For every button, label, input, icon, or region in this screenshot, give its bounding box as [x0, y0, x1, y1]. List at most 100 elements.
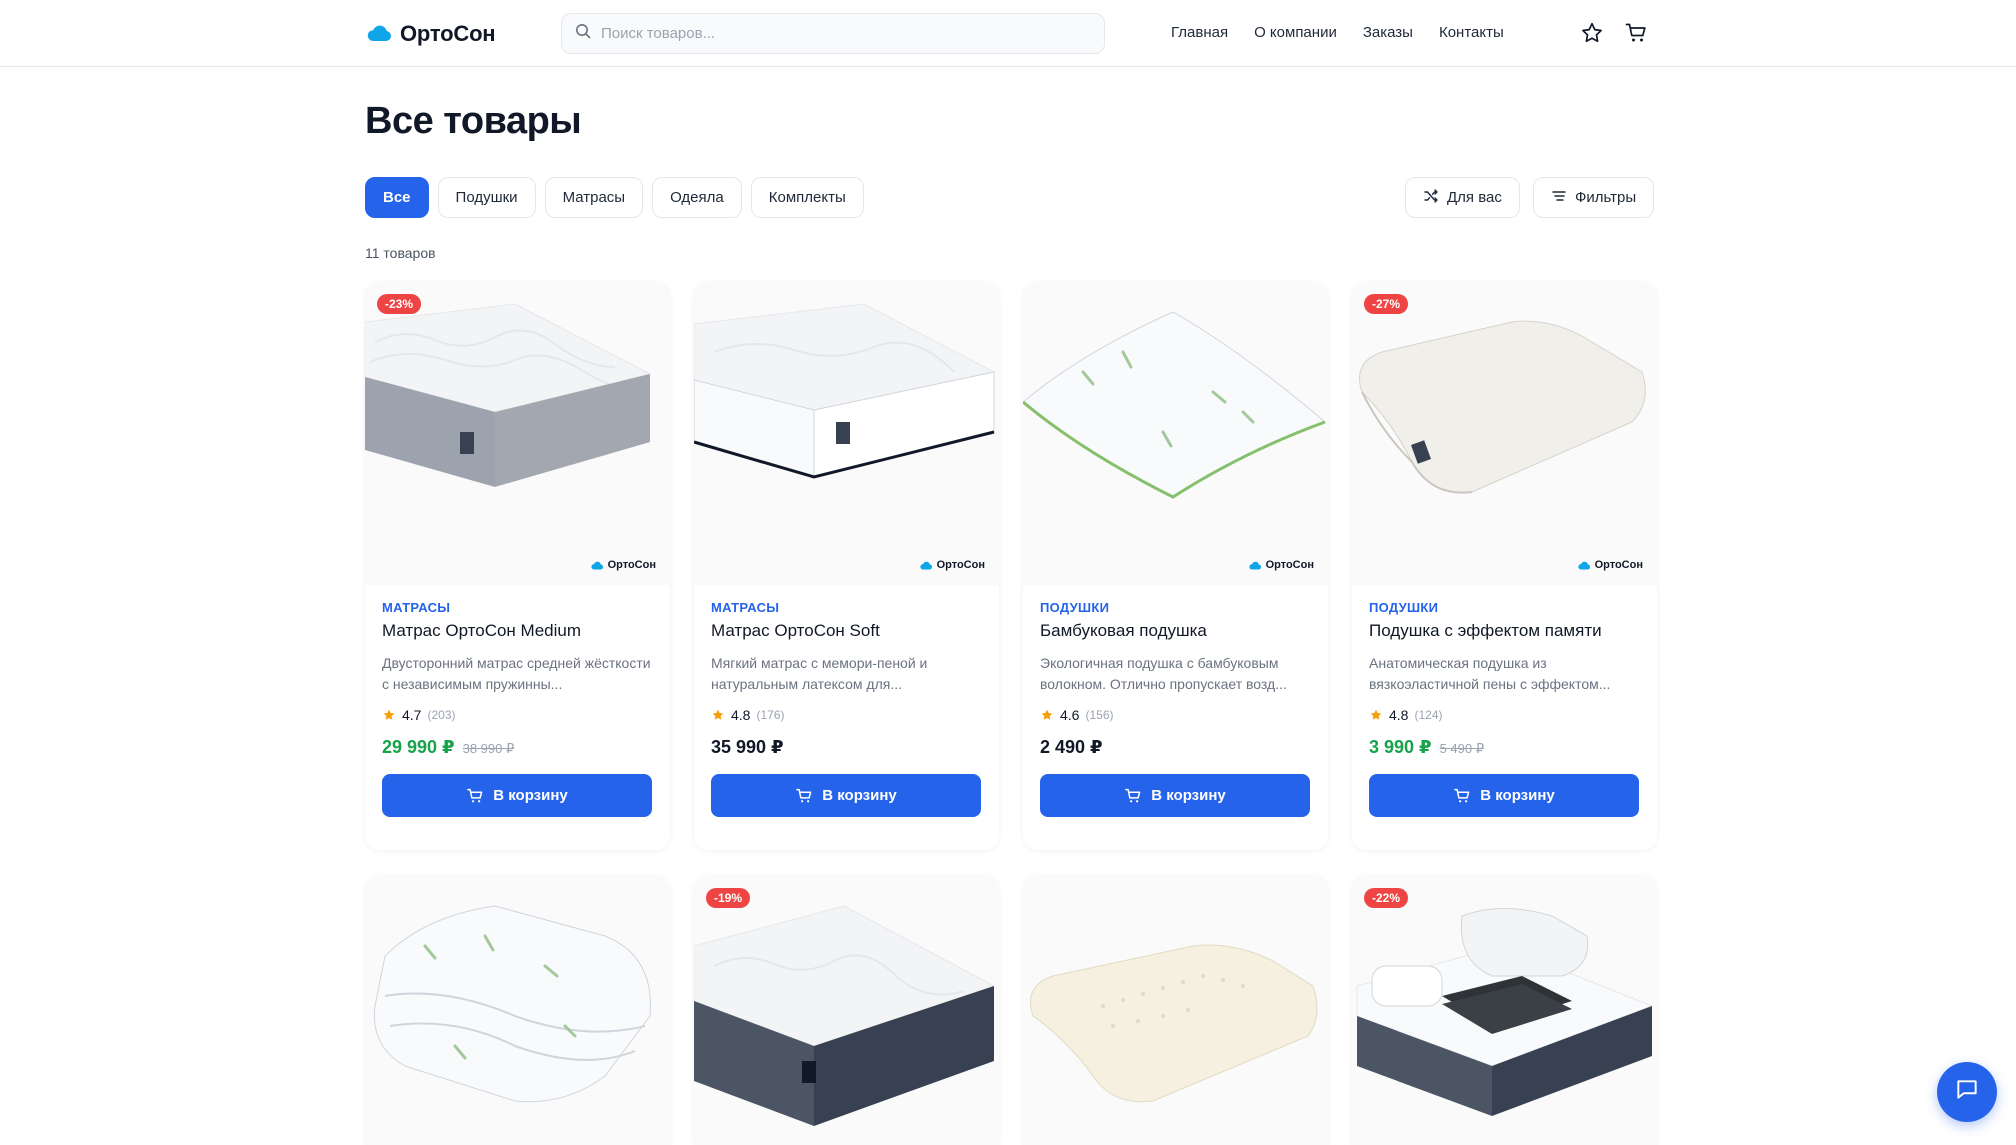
- cart-icon[interactable]: [1623, 20, 1649, 46]
- product-name[interactable]: Матрас ОртоСон Soft: [711, 621, 982, 641]
- product-name[interactable]: Матрас ОртоСон Medium: [382, 621, 653, 641]
- chat-bubble-icon: [1954, 1077, 1980, 1108]
- pillow-bamboo-icon: [1023, 311, 1326, 499]
- favorites-star-icon[interactable]: [1579, 20, 1605, 46]
- pillow-memory-icon: [1359, 320, 1646, 494]
- bedding-set-icon: [1356, 908, 1654, 1116]
- product-image[interactable]: -27% ОртоСон: [1352, 282, 1657, 585]
- product-rating: 4.6 (156): [1040, 707, 1311, 723]
- chip-blankets[interactable]: Одеяла: [652, 177, 742, 218]
- for-you-button[interactable]: Для вас: [1405, 177, 1520, 218]
- product-count: 11 товаров: [365, 245, 436, 261]
- discount-badge: -27%: [1364, 294, 1409, 314]
- product-rating: 4.7 (203): [382, 707, 653, 723]
- star-icon: [1370, 709, 1382, 720]
- product-card[interactable]: -22%: [1352, 876, 1657, 1145]
- product-category: ПОДУШКИ: [1369, 600, 1439, 615]
- cart-icon: [467, 788, 483, 802]
- add-to-cart-button[interactable]: В корзину: [1369, 774, 1639, 817]
- product-card[interactable]: -27% ОртоСон ПОДУШКИ Подушка с эффектом …: [1352, 282, 1657, 850]
- search-box[interactable]: [561, 13, 1105, 54]
- product-category: МАТРАСЫ: [711, 600, 780, 615]
- star-icon: [1041, 709, 1053, 720]
- star-icon: [712, 709, 724, 720]
- chip-sets[interactable]: Комплекты: [750, 177, 864, 218]
- for-you-label: Для вас: [1447, 189, 1502, 206]
- add-to-cart-button[interactable]: В корзину: [382, 774, 652, 817]
- blanket-bamboo-icon: [373, 905, 651, 1103]
- product-description: Мягкий матрас с мемори-пеной и натуральн…: [711, 655, 928, 692]
- review-count: (176): [756, 708, 785, 722]
- product-description: Анатомическая подушка из вязкоэластичной…: [1369, 655, 1611, 692]
- mattress-grey-icon: [365, 303, 652, 487]
- add-to-cart-label: В корзину: [1480, 787, 1555, 804]
- nav-about[interactable]: О компании: [1254, 24, 1337, 41]
- category-chips: Все Подушки Матрасы Одеяла Комплекты: [365, 177, 864, 218]
- rating-value: 4.6: [1060, 707, 1080, 723]
- logo[interactable]: ОртоСон: [366, 20, 496, 48]
- product-image[interactable]: -19%: [694, 876, 999, 1145]
- top-header: ОртоСон Главная О компании Заказы Контак…: [0, 0, 2016, 67]
- rating-value: 4.8: [1389, 707, 1409, 723]
- old-price: 38 990 ₽: [462, 741, 515, 756]
- chip-mattresses[interactable]: Матрасы: [544, 177, 644, 218]
- product-name[interactable]: Бамбуковая подушка: [1040, 621, 1311, 641]
- add-to-cart-label: В корзину: [493, 787, 568, 804]
- mattress-white-icon: [694, 303, 996, 479]
- product-description: Двусторонний матрас средней жёсткости с …: [382, 655, 651, 692]
- main-nav: Главная О компании Заказы Контакты: [1171, 24, 1504, 41]
- pillow-latex-icon: [1030, 944, 1318, 1103]
- product-card[interactable]: -23% ОртоСон МАТРАСЫ Матрас ОртоСон Medi…: [365, 282, 670, 850]
- product-name[interactable]: Подушка с эффектом памяти: [1369, 621, 1640, 641]
- brand-mark-text: ОртоСон: [1265, 559, 1314, 571]
- brand-mark-text: ОртоСон: [1594, 559, 1643, 571]
- review-count: (124): [1414, 708, 1443, 722]
- discount-badge: -22%: [1364, 888, 1409, 908]
- brand-mark: ОртоСон: [1248, 559, 1314, 571]
- add-to-cart-button[interactable]: В корзину: [1040, 774, 1310, 817]
- product-image[interactable]: ОртоСон: [694, 282, 999, 585]
- cloud-logo-icon: [590, 561, 603, 570]
- brand-mark: ОртоСон: [919, 559, 985, 571]
- product-rating: 4.8 (124): [1369, 707, 1640, 723]
- price: 29 990 ₽: [382, 737, 455, 757]
- filters-label: Фильтры: [1575, 189, 1637, 206]
- nav-orders[interactable]: Заказы: [1363, 24, 1413, 41]
- product-image[interactable]: -23% ОртоСон: [365, 282, 670, 585]
- cart-icon: [1454, 788, 1470, 802]
- chip-pillows[interactable]: Подушки: [437, 177, 536, 218]
- product-image[interactable]: [365, 876, 670, 1145]
- product-card[interactable]: ОртоСон МАТРАСЫ Матрас ОртоСон Soft Мягк…: [694, 282, 999, 850]
- product-card[interactable]: -19%: [694, 876, 999, 1145]
- add-to-cart-button[interactable]: В корзину: [711, 774, 981, 817]
- cart-icon: [796, 788, 812, 802]
- cloud-logo-icon: [919, 561, 932, 570]
- chat-button[interactable]: [1937, 1062, 1997, 1122]
- nav-contacts[interactable]: Контакты: [1439, 24, 1504, 41]
- price: 35 990 ₽: [711, 737, 784, 757]
- product-card[interactable]: ОртоСон ПОДУШКИ Бамбуковая подушка Эколо…: [1023, 282, 1328, 850]
- product-category: ПОДУШКИ: [1040, 600, 1110, 615]
- product-card[interactable]: [365, 876, 670, 1145]
- price: 3 990 ₽: [1369, 737, 1432, 757]
- chip-all[interactable]: Все: [365, 177, 429, 218]
- product-image[interactable]: -22%: [1352, 876, 1657, 1145]
- rating-value: 4.7: [402, 707, 422, 723]
- nav-home[interactable]: Главная: [1171, 24, 1228, 41]
- rating-value: 4.8: [731, 707, 751, 723]
- product-rating: 4.8 (176): [711, 707, 982, 723]
- brand-mark-text: ОртоСон: [936, 559, 985, 571]
- search-icon: [575, 23, 591, 44]
- brand-mark: ОртоСон: [590, 559, 656, 571]
- review-count: (156): [1085, 708, 1114, 722]
- filters-button[interactable]: Фильтры: [1533, 177, 1655, 218]
- product-card[interactable]: [1023, 876, 1328, 1145]
- add-to-cart-label: В корзину: [822, 787, 897, 804]
- price-row: 35 990 ₽: [711, 737, 982, 758]
- search-input[interactable]: [601, 25, 1081, 42]
- cart-icon: [1125, 788, 1141, 802]
- add-to-cart-label: В корзину: [1151, 787, 1226, 804]
- product-image[interactable]: ОртоСон: [1023, 282, 1328, 585]
- product-image[interactable]: [1023, 876, 1328, 1145]
- mattress-dark-icon: [694, 905, 996, 1126]
